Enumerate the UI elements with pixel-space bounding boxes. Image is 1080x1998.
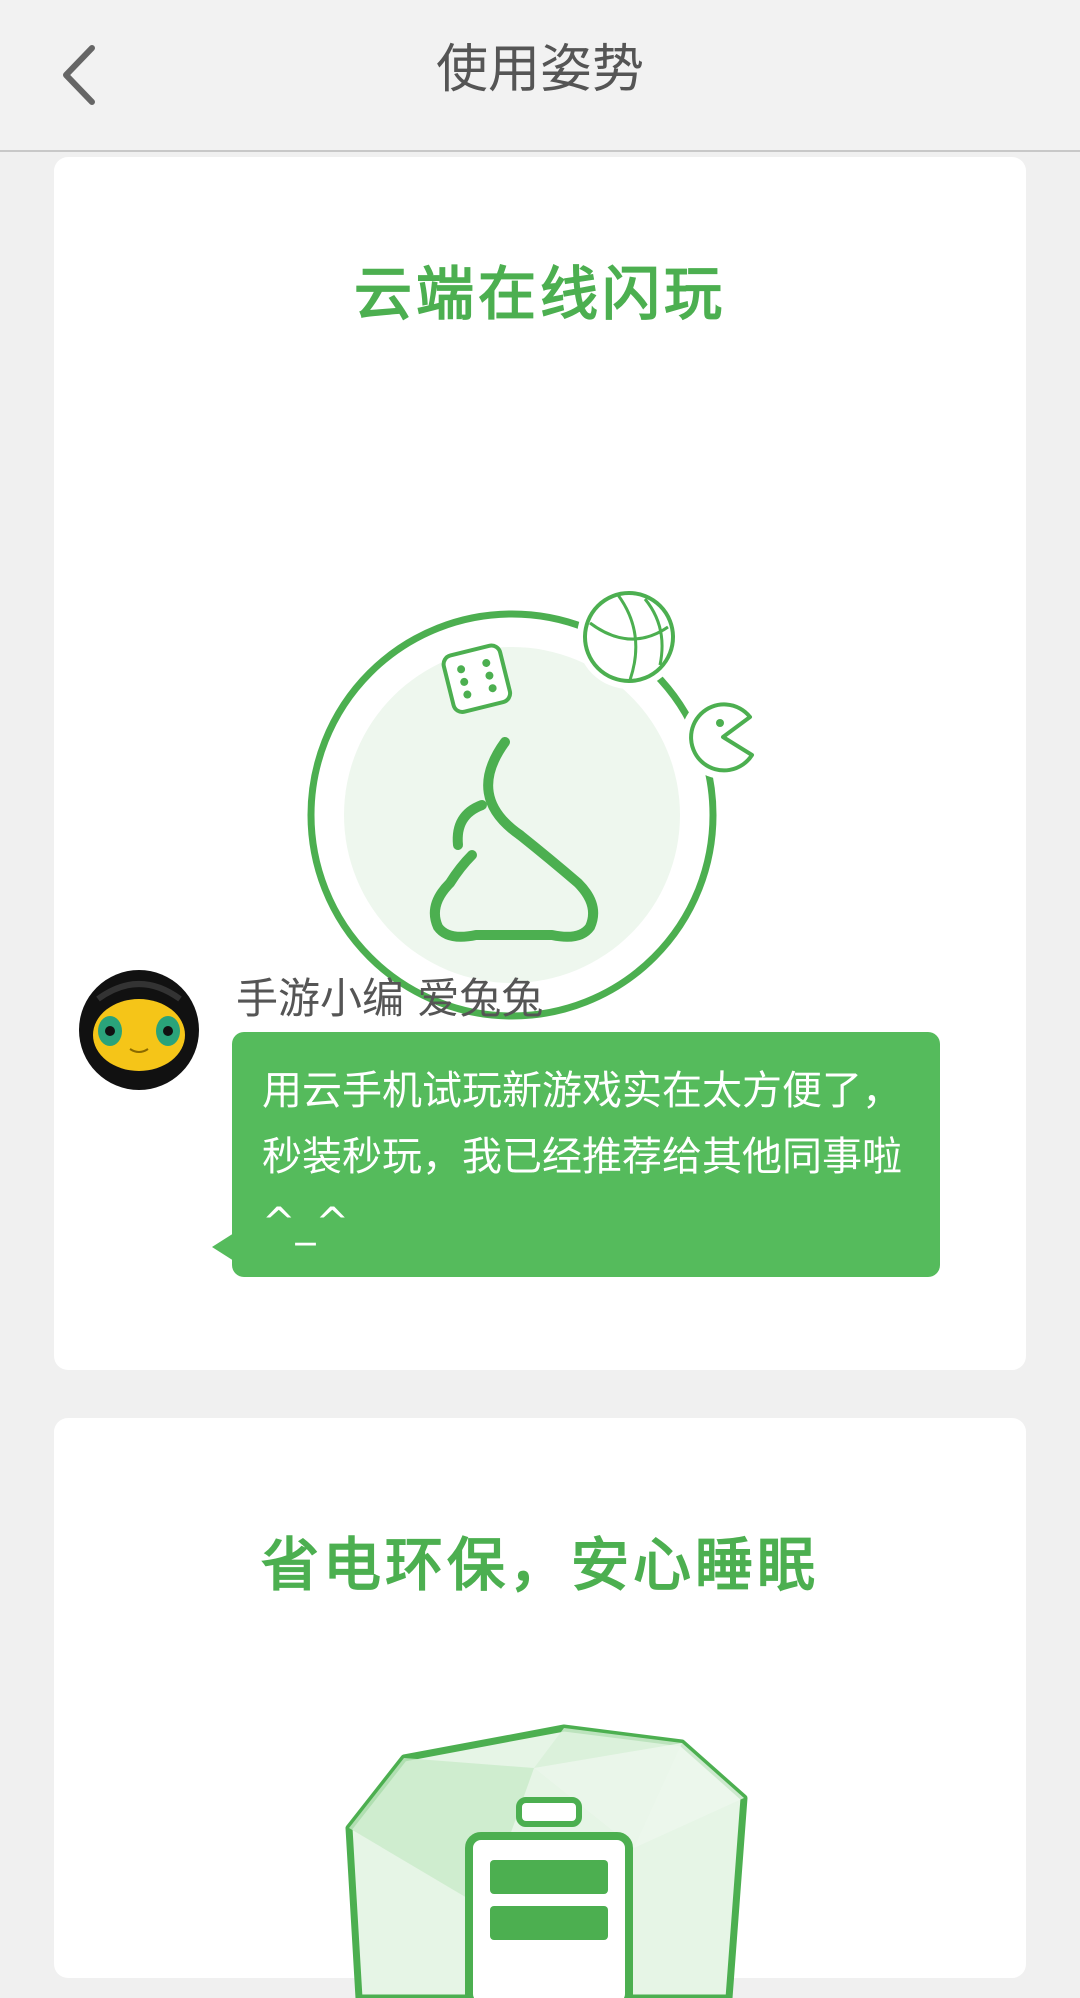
bubble-tail	[212, 1233, 234, 1261]
battery-gem-icon	[345, 1724, 748, 1998]
app-header: 使用姿势	[0, 0, 1080, 152]
testimonial-bubble: 用云手机试玩新游戏实在太方便了，秒装秒玩，我已经推荐给其他同事啦^_^	[232, 1032, 940, 1277]
card-title: 云端在线闪玩	[353, 260, 726, 328]
feature-card-power-saving: 省电环保，安心睡眠	[54, 1418, 1026, 1998]
cloud-gamepad-icon	[307, 585, 765, 1020]
page-title: 使用姿势	[435, 40, 644, 100]
card-title: 省电环保，安心睡眠	[260, 1531, 819, 1599]
avatar-icon	[79, 970, 199, 1090]
testimonial-author: 手游小编 爱兔兔	[236, 974, 544, 1023]
feature-card-cloud-play: 云端在线闪玩 手游小编 爱兔兔 用云手机试玩新游戏实在太方便了，秒装秒玩，我已经…	[54, 157, 1026, 1370]
